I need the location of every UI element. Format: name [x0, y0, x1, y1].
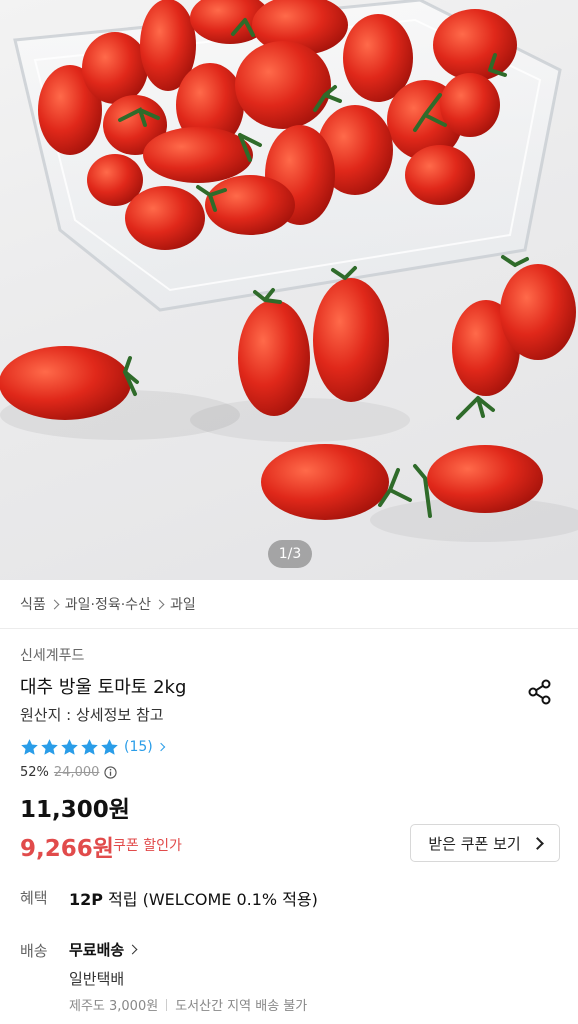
discount-rate: 52%: [20, 765, 49, 780]
product-title: 대추 방울 토마토 2kg: [20, 677, 187, 698]
product-detail-page: 1/3 식품 과일·정육·수산 과일 신세계푸드 대추 방울 토마토 2kg 원…: [0, 0, 578, 1024]
brand-link[interactable]: 신세계푸드: [20, 645, 84, 665]
breadcrumb-item-food[interactable]: 식품: [20, 594, 46, 614]
review-count-link[interactable]: (15): [124, 739, 165, 755]
coupon-price-label: 쿠폰 할인가: [113, 838, 182, 854]
chevron-right-icon: [154, 599, 165, 609]
delivery-fee-link[interactable]: 무료배송: [69, 939, 138, 960]
view-coupons-button[interactable]: 받은 쿠폰 보기: [410, 824, 560, 862]
star-icon: [61, 738, 78, 755]
coupon-price: 9,266원: [20, 836, 114, 862]
benefit-points: 12P: [69, 890, 103, 909]
product-image-gallery[interactable]: 1/3: [0, 0, 578, 580]
chevron-right-icon: [156, 742, 165, 752]
original-price: 24,000: [53, 765, 100, 780]
chevron-right-icon: [127, 944, 138, 955]
divider: [0, 628, 578, 629]
star-icon: [81, 738, 98, 755]
delivery-extra-info: 제주도 3,000원 도서산간 지역 배송 불가: [69, 995, 307, 1014]
chevron-right-icon: [49, 599, 60, 609]
rating: (15): [20, 736, 165, 758]
info-icon[interactable]: [104, 766, 118, 779]
benefit-label: 혜택: [20, 889, 48, 907]
star-icon: [41, 738, 58, 755]
sale-price: 11,300원: [20, 797, 130, 823]
origin-info: 원산지 : 상세정보 참고: [20, 706, 164, 724]
separator: [166, 998, 168, 1011]
benefit-text: 적립 (WELCOME 0.1% 적용): [103, 890, 318, 909]
discount-row: 52% 24,000: [20, 765, 118, 780]
chevron-right-icon: [530, 836, 544, 850]
breadcrumb-item-fruit[interactable]: 과일: [170, 594, 196, 614]
breadcrumb-item-fresh[interactable]: 과일·정육·수산: [65, 594, 151, 614]
delivery-type: 일반택배: [69, 970, 125, 988]
product-photo: [0, 0, 578, 542]
share-button[interactable]: [526, 678, 554, 706]
share-icon: [528, 679, 551, 705]
review-count: (15): [124, 739, 153, 755]
star-icon: [101, 738, 118, 755]
island-notice: 도서산간 지역 배송 불가: [175, 999, 308, 1014]
breadcrumb: 식품 과일·정육·수산 과일: [20, 592, 196, 616]
benefit-info: 12P 적립 (WELCOME 0.1% 적용): [69, 886, 318, 910]
view-coupons-label: 받은 쿠폰 보기: [428, 834, 521, 853]
image-page-indicator: 1/3: [268, 540, 312, 568]
delivery-fee: 무료배송: [69, 941, 125, 959]
star-icon: [21, 738, 38, 755]
jeju-fee: 제주도 3,000원: [69, 999, 159, 1014]
delivery-label: 배송: [20, 942, 48, 960]
star-rating: [20, 738, 120, 757]
